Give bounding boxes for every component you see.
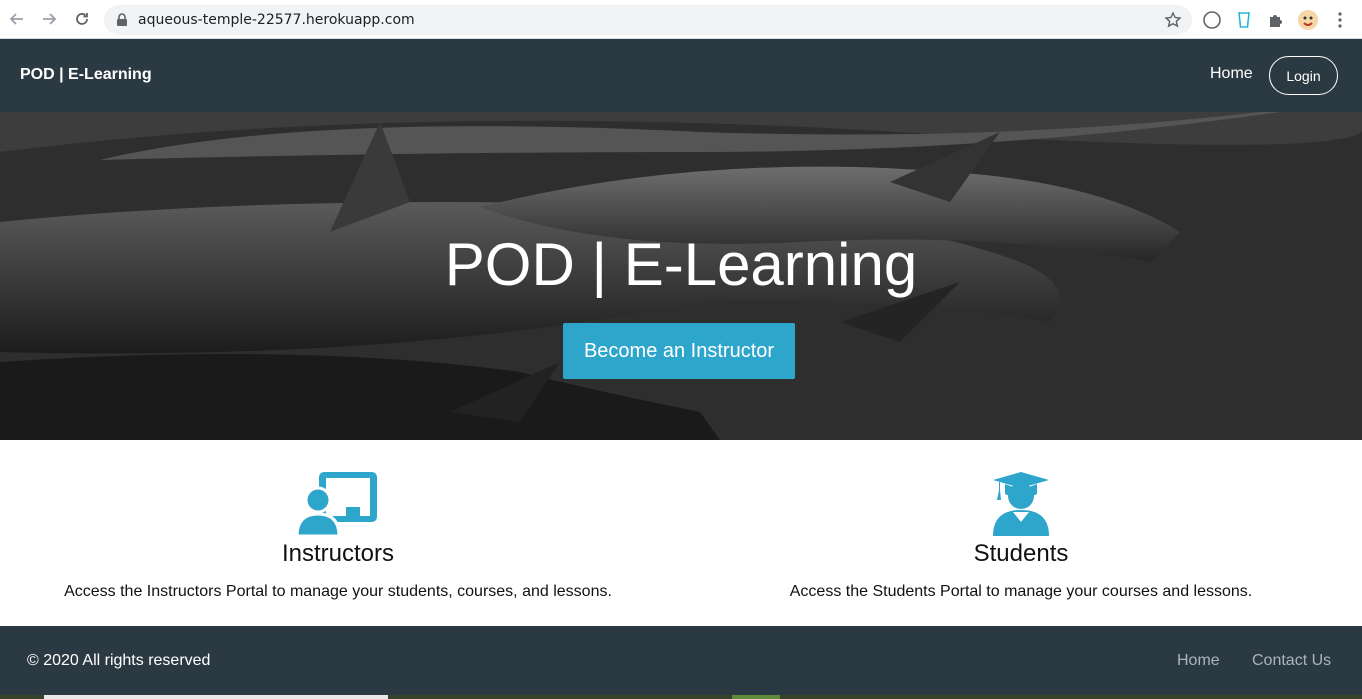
- site-footer: © 2020 All rights reserved Home Contact …: [0, 626, 1362, 699]
- back-icon[interactable]: [6, 8, 28, 30]
- chat-extension-icon[interactable]: [1201, 9, 1223, 31]
- login-button[interactable]: Login: [1269, 56, 1338, 95]
- footer-home-link[interactable]: Home: [1177, 652, 1220, 670]
- instructors-title: Instructors: [281, 540, 395, 567]
- url-text: aqueous-temple-22577.herokuapp.com: [138, 12, 415, 28]
- nav-home-link[interactable]: Home: [1210, 65, 1253, 83]
- browser-toolbar: aqueous-temple-22577.herokuapp.com: [0, 0, 1362, 39]
- hero-banner: POD | E-Learning Become an Instructor: [0, 112, 1362, 440]
- profile-avatar[interactable]: [1297, 9, 1319, 31]
- students-title: Students: [973, 540, 1069, 567]
- bookmark-star-icon[interactable]: [1164, 11, 1182, 34]
- become-instructor-button[interactable]: Become an Instructor: [563, 323, 795, 379]
- forward-icon[interactable]: [38, 8, 60, 30]
- copyright-text: © 2020 All rights reserved: [27, 652, 211, 669]
- lock-icon: [116, 13, 128, 32]
- footer-contact-link[interactable]: Contact Us: [1252, 652, 1331, 670]
- reload-icon[interactable]: [71, 8, 93, 30]
- students-feature[interactable]: Students Access the Students Portal to m…: [680, 440, 1362, 626]
- instructor-board-icon: [295, 470, 379, 541]
- taskbar-item: [732, 695, 780, 699]
- cup-extension-icon[interactable]: [1233, 9, 1255, 31]
- extensions-puzzle-icon[interactable]: [1265, 9, 1287, 31]
- instructors-description: Access the Instructors Portal to manage …: [64, 583, 612, 600]
- students-description: Access the Students Portal to manage you…: [789, 583, 1253, 600]
- graduate-student-icon: [991, 470, 1051, 541]
- taskbar-strip: [0, 695, 1362, 699]
- site-navbar: POD | E-Learning Home Login: [0, 39, 1362, 112]
- address-bar[interactable]: aqueous-temple-22577.herokuapp.com: [104, 5, 1192, 35]
- hero-title: POD | E-Learning: [444, 231, 918, 298]
- browser-menu-icon[interactable]: [1329, 9, 1351, 31]
- taskbar-item: [44, 695, 388, 699]
- brand-logo-text[interactable]: POD | E-Learning: [20, 66, 152, 84]
- instructors-feature[interactable]: Instructors Access the Instructors Porta…: [0, 440, 676, 626]
